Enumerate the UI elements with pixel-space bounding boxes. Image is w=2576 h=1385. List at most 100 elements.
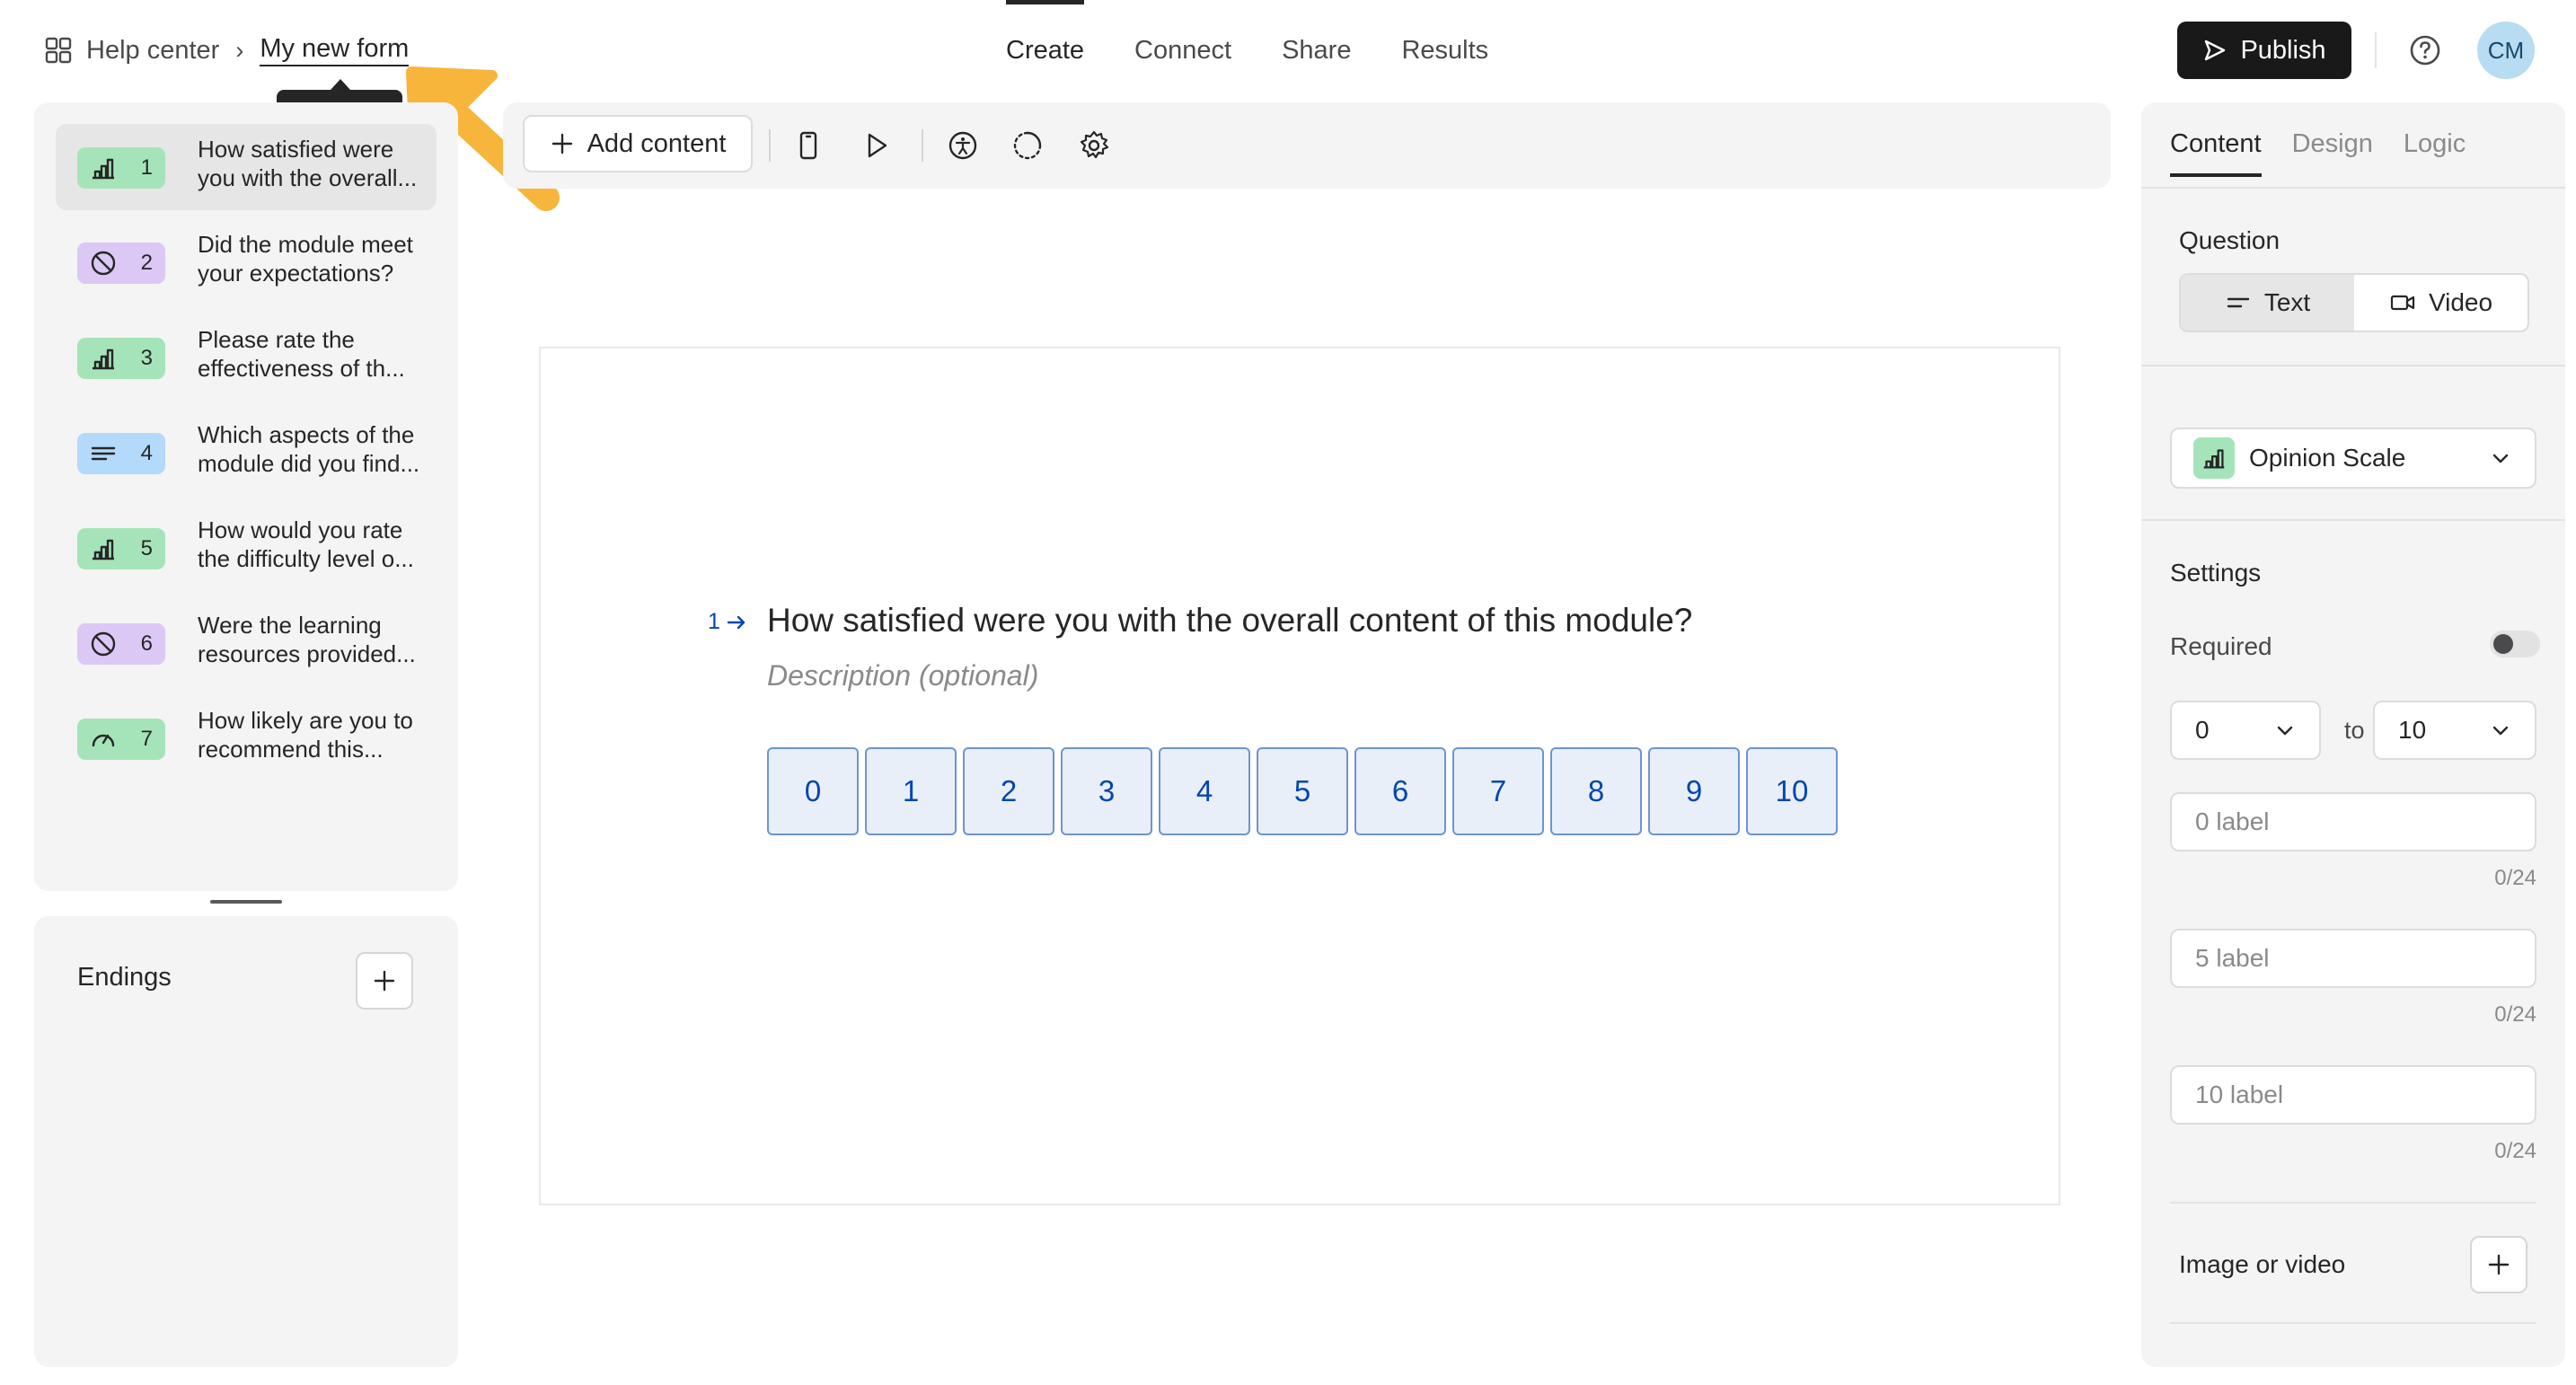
- arrow-right-icon: [727, 615, 745, 629]
- required-toggle[interactable]: [2490, 631, 2540, 657]
- question-label: Please rate the effectiveness of th...: [198, 326, 405, 382]
- question-list-panel: 1 How satisfied were you with the overal…: [34, 102, 458, 891]
- text-lines-icon: [2227, 297, 2250, 308]
- mobile-preview-icon[interactable]: [792, 129, 825, 162]
- question-item-7[interactable]: 7 How likely are you to recommend this..…: [56, 695, 437, 781]
- question-label: Were the learning resources provided...: [198, 612, 416, 667]
- tab-content[interactable]: Content: [2170, 129, 2262, 177]
- opinion-scale-icon: [93, 539, 114, 560]
- tab-share[interactable]: Share: [1282, 0, 1351, 101]
- low-label-counter: 0/24: [2494, 866, 2536, 890]
- add-content-button[interactable]: Add content: [523, 115, 753, 172]
- toolbar-divider: [769, 129, 771, 162]
- user-avatar[interactable]: CM: [2477, 22, 2535, 79]
- publish-button[interactable]: Publish: [2177, 22, 2351, 79]
- tab-design[interactable]: Design: [2292, 129, 2373, 177]
- scale-option-9[interactable]: 9: [1648, 747, 1740, 835]
- question-number: 4: [140, 441, 153, 465]
- scale-option-6[interactable]: 6: [1354, 747, 1446, 835]
- header-divider: [2375, 32, 2377, 68]
- question-number-text: 1: [708, 609, 720, 634]
- scale-option-2[interactable]: 2: [963, 747, 1054, 835]
- question-section-label: Question: [2179, 226, 2280, 254]
- section-divider: [2141, 519, 2565, 521]
- scale-option-3[interactable]: 3: [1061, 747, 1152, 835]
- toolbar-divider: [922, 129, 923, 162]
- question-type-dropdown[interactable]: Opinion Scale: [2170, 428, 2536, 489]
- panel-resize-handle[interactable]: [210, 900, 282, 904]
- tab-connect[interactable]: Connect: [1134, 0, 1231, 101]
- tab-results[interactable]: Results: [1401, 0, 1488, 101]
- mode-text-option[interactable]: Text: [2181, 275, 2354, 331]
- plus-icon: [374, 970, 395, 992]
- mid-label-counter: 0/24: [2494, 1002, 2536, 1027]
- question-number: 7: [140, 727, 153, 751]
- high-label-counter: 0/24: [2494, 1139, 2536, 1163]
- section-divider: [2170, 1322, 2536, 1324]
- scale-option-7[interactable]: 7: [1452, 747, 1544, 835]
- question-item-1[interactable]: 1 How satisfied were you with the overal…: [56, 124, 437, 210]
- question-badge: 6: [77, 623, 165, 665]
- question-type-badge: [2193, 437, 2235, 479]
- opinion-scale-icon: [93, 348, 114, 370]
- question-description[interactable]: Description (optional): [767, 659, 1038, 692]
- question-item-6[interactable]: 6 Were the learning resources provided..…: [56, 600, 437, 686]
- yes-no-icon: [91, 251, 116, 276]
- scale-option-1[interactable]: 1: [865, 747, 957, 835]
- tab-logic[interactable]: Logic: [2404, 129, 2466, 177]
- add-content-label: Add content: [587, 128, 727, 158]
- send-icon: [2205, 40, 2226, 61]
- question-label: How satisfied were you with the overall.…: [198, 136, 418, 191]
- scale-option-4[interactable]: 4: [1159, 747, 1250, 835]
- low-label-input[interactable]: 0 label: [2170, 792, 2536, 851]
- scale-option-5[interactable]: 5: [1257, 747, 1348, 835]
- tab-create[interactable]: Create: [1006, 0, 1085, 101]
- scale-option-0[interactable]: 0: [767, 747, 859, 835]
- question-badge: 7: [77, 719, 165, 760]
- question-number: 6: [140, 631, 153, 656]
- question-badge: 5: [77, 528, 165, 569]
- settings-gear-icon[interactable]: [1078, 129, 1110, 162]
- question-item-4[interactable]: 4 Which aspects of the module did you fi…: [56, 410, 437, 496]
- breadcrumb-help-center[interactable]: Help center: [86, 36, 219, 66]
- range-start-select[interactable]: 0: [2170, 701, 2321, 760]
- range-end-value: 10: [2398, 716, 2427, 744]
- endings-panel: Endings: [34, 916, 458, 1367]
- form-name-link[interactable]: My new form: [260, 34, 410, 66]
- chevron-down-icon: [2277, 726, 2293, 736]
- tabs-divider: [2141, 187, 2565, 189]
- question-label: How likely are you to recommend this...: [198, 707, 413, 763]
- high-label-input[interactable]: 10 label: [2170, 1065, 2536, 1125]
- nps-gauge-icon: [92, 734, 115, 747]
- video-camera-icon: [2390, 295, 2415, 311]
- loading-spinner-icon[interactable]: [1011, 129, 1044, 162]
- question-item-3[interactable]: 3 Please rate the effectiveness of th...: [56, 314, 437, 401]
- add-ending-button[interactable]: [356, 952, 413, 1010]
- opinion-scale-icon: [93, 158, 114, 180]
- scale-option-8[interactable]: 8: [1550, 747, 1642, 835]
- question-badge: 2: [77, 243, 165, 284]
- play-preview-icon[interactable]: [860, 129, 893, 162]
- scale-option-10[interactable]: 10: [1746, 747, 1838, 835]
- accessibility-icon[interactable]: [947, 129, 979, 162]
- question-mode-toggle: Text Video: [2179, 273, 2529, 332]
- mode-video-option[interactable]: Video: [2354, 275, 2527, 331]
- question-number: 5: [140, 536, 153, 560]
- mid-label-input[interactable]: 5 label: [2170, 929, 2536, 988]
- add-media-button[interactable]: [2470, 1236, 2527, 1293]
- publish-label: Publish: [2240, 35, 2326, 65]
- help-icon[interactable]: [2407, 32, 2443, 68]
- section-divider: [2170, 1202, 2536, 1204]
- main-nav: Create Connect Share Results: [1006, 0, 1539, 101]
- question-item-2[interactable]: 2 Did the module meet your expectations?: [56, 219, 437, 305]
- question-number-indicator: 1: [708, 609, 747, 635]
- range-end-select[interactable]: 10: [2373, 701, 2536, 760]
- question-item-5[interactable]: 5 How would you rate the difficulty leve…: [56, 505, 437, 591]
- question-badge: 1: [77, 147, 165, 189]
- plus-icon: [2488, 1254, 2510, 1275]
- apps-grid-icon[interactable]: [45, 37, 72, 64]
- settings-section-label: Settings: [2170, 559, 2262, 587]
- mode-video-label: Video: [2428, 288, 2493, 316]
- breadcrumb-separator: ›: [235, 36, 244, 64]
- question-title[interactable]: How satisfied were you with the overall …: [767, 602, 1692, 640]
